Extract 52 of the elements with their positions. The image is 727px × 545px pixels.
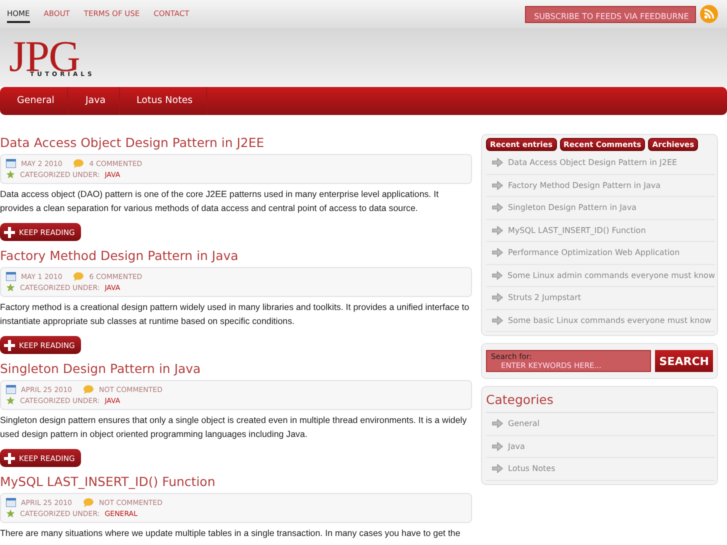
post-excerpt: There are many situations where we update multiple tables in a single transaction. In many cases you have to get the: [0, 527, 462, 540]
post-title[interactable]: Factory Method Design Pattern in Java: [0, 247, 472, 265]
post-excerpt: Factory method is a creational design pattern widely used in many libraries and toolkits. It provides a unified interface to instantiate appropriate sub classes at runtime based on specific conditions.: [0, 301, 470, 328]
category-link[interactable]: Lotus Notes: [508, 464, 556, 474]
recent-entry-link[interactable]: MySQL LAST_INSERT_ID() Function: [508, 226, 646, 235]
speech-bubble-icon: [83, 385, 94, 394]
plus-icon: [4, 452, 15, 464]
star-icon: [6, 396, 15, 405]
speech-bubble-icon: [83, 498, 94, 507]
main-nav-link[interactable]: Java: [68, 87, 120, 115]
search-button[interactable]: SEARCH: [655, 350, 713, 372]
arrow-icon: [492, 464, 503, 474]
recent-entry-link[interactable]: Some basic Linux commands everyone must know: [508, 316, 712, 325]
post-title[interactable]: Singleton Design Pattern in Java: [0, 360, 472, 378]
subscribe-link[interactable]: SUBSCRIBE TO FEEDS VIA FEEDBURNE: [525, 6, 696, 22]
post-excerpt: Data access object (DAO) pattern is one of the core J2EE patterns used in many enterprise level applications. It provides a clean separation for various methods of data access and central point of access to data source.: [0, 188, 440, 215]
recent-entry-link[interactable]: Singleton Design Pattern in Java: [508, 203, 636, 212]
speech-bubble-icon: [73, 272, 84, 281]
plus-icon: [4, 226, 15, 238]
recent-entry-link[interactable]: Factory Method Design Pattern in Java: [508, 180, 661, 190]
calendar-icon: [6, 272, 16, 281]
arrow-icon: [492, 316, 503, 325]
arrow-icon: [492, 442, 503, 451]
arrow-icon: [492, 248, 503, 258]
post-title[interactable]: Data Access Object Design Pattern in J2EE: [0, 134, 472, 152]
recent-entry-link[interactable]: Data Access Object Design Pattern in J2EE: [508, 158, 678, 168]
arrow-icon: [492, 419, 503, 428]
post-title[interactable]: MySQL LAST_INSERT_ID() Function: [0, 473, 472, 491]
arrow-icon: [492, 293, 503, 302]
category-link[interactable]: General: [508, 419, 540, 428]
calendar-icon: [6, 385, 16, 394]
arrow-icon: [492, 203, 503, 212]
recent-entry-link[interactable]: Some Linux admin commands everyone must know: [508, 270, 715, 280]
arrow-icon: [492, 226, 503, 235]
post-excerpt: Singleton design pattern ensures that only a single object is created even in multiple thread environments. It is a widely used design pattern in object oriented programming languages including Java.: [0, 414, 468, 441]
categories-heading: Categories: [486, 390, 715, 413]
star-icon: [6, 170, 15, 179]
calendar-icon: [6, 159, 16, 168]
star-icon: [6, 509, 15, 518]
star-icon: [6, 283, 15, 292]
speech-bubble-icon: [73, 159, 84, 168]
plus-icon: [4, 340, 15, 350]
category-link[interactable]: Java: [508, 442, 525, 451]
recent-entry-link[interactable]: Performance Optimization Web Application: [508, 248, 680, 258]
arrow-icon: [492, 180, 503, 190]
main-nav-link[interactable]: Lotus Notes: [120, 87, 207, 115]
rss-icon[interactable]: [700, 5, 718, 23]
arrow-icon: [492, 270, 503, 280]
recent-entry-link[interactable]: Struts 2 Jumpstart: [508, 293, 581, 302]
calendar-icon: [6, 498, 16, 507]
arrow-icon: [492, 158, 503, 168]
main-nav-link[interactable]: General: [0, 87, 68, 115]
